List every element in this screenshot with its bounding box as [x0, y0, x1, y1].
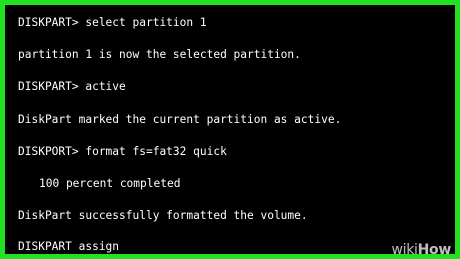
watermark-part-wiki: wiki	[391, 242, 418, 258]
console-line: DISKPORT> format fs=fat32 quick	[18, 145, 227, 158]
watermark-part-how: How	[417, 242, 452, 258]
console-line: DISKPART assign	[18, 240, 120, 253]
console-frame: DISKPART> select partition 1 partition 1…	[0, 0, 460, 259]
console-line: 100 percent completed	[39, 177, 181, 190]
console-line: DISKPART> select partition 1	[18, 16, 207, 29]
console-line: DiskPart marked the current partition as…	[18, 113, 342, 126]
console-line: partition 1 is now the selected partitio…	[18, 48, 301, 61]
wikihow-watermark: wikiHow	[391, 242, 451, 258]
console-line: DiskPart successfully formatted the volu…	[18, 209, 308, 222]
console-line: DISKPART> active	[18, 80, 126, 93]
console-output: DISKPART> select partition 1 partition 1…	[18, 15, 458, 253]
